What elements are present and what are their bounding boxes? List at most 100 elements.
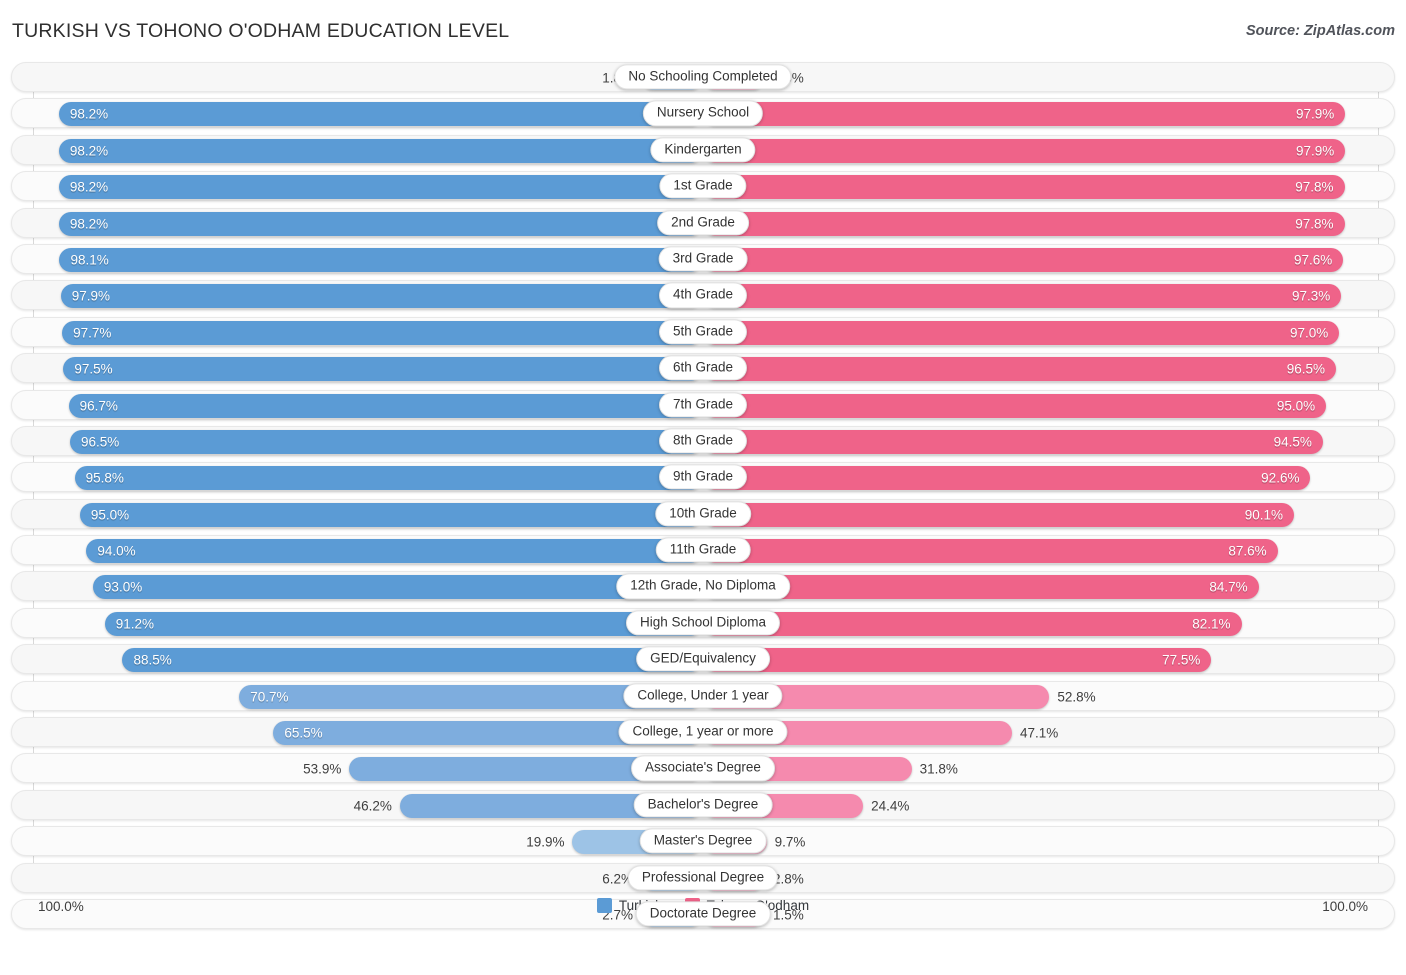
bar-turkish: 98.2%: [58, 211, 703, 236]
bar-value-tohono-oodham: 97.8%: [1295, 179, 1334, 195]
bar-value-turkish: 19.9%: [526, 834, 565, 850]
bar-turkish: 98.2%: [58, 175, 703, 200]
bar-value-tohono-oodham: 94.5%: [1273, 434, 1312, 450]
bar-value-tohono-oodham: 97.9%: [1295, 143, 1335, 159]
source-attribution: Source: ZipAtlas.com: [1245, 23, 1395, 39]
bar-value-turkish: 98.2%: [69, 215, 109, 231]
bar-value-turkish: 96.5%: [80, 434, 120, 450]
category-label: No Schooling Completed: [614, 64, 792, 90]
table-row: 98.1% 97.6% 3rd Grade: [11, 243, 1395, 274]
chart-header: TURKISH VS TOHONO O'ODHAM EDUCATION LEVE…: [0, 0, 1406, 55]
bar-value-turkish: 46.2%: [353, 798, 392, 814]
category-label: 2nd Grade: [657, 209, 749, 236]
category-label: High School Diploma: [625, 610, 781, 636]
table-row: 95.0% 90.1% 10th Grade: [11, 498, 1395, 529]
category-label: Nursery School: [642, 100, 764, 126]
bar-turkish: 98.2%: [58, 138, 703, 163]
bar-turkish: 95.8%: [74, 466, 703, 491]
bar-turkish: 96.7%: [68, 393, 703, 418]
bar-tohono-oodham: 95.0%: [703, 393, 1327, 418]
category-label: Associate's Degree: [631, 755, 775, 782]
bar-value-turkish: 97.5%: [74, 361, 113, 377]
bar-value-tohono-oodham: 97.9%: [1295, 106, 1335, 122]
bar-value-turkish: 95.0%: [90, 506, 130, 522]
table-row: 97.7% 97.0% 5th Grade: [11, 316, 1395, 347]
bar-value-tohono-oodham: 9.7%: [774, 834, 806, 850]
table-row: 65.5% 47.1% College, 1 year or more: [11, 717, 1395, 748]
bar-value-turkish: 98.2%: [69, 106, 109, 122]
bar-value-turkish: 97.9%: [71, 288, 111, 304]
legend-swatch-icon: [596, 898, 612, 913]
bar-value-tohono-oodham: 47.1%: [1019, 725, 1059, 741]
bar-value-tohono-oodham: 90.1%: [1244, 506, 1284, 522]
table-row: 19.9% 9.7% Master's Degree: [11, 826, 1395, 857]
category-label: College, Under 1 year: [623, 683, 783, 709]
bar-tohono-oodham: 82.1%: [703, 611, 1242, 636]
bar-tohono-oodham: 94.5%: [703, 429, 1323, 454]
bar-turkish: 93.0%: [92, 575, 703, 600]
bar-value-tohono-oodham: 24.4%: [871, 798, 910, 814]
table-row: 53.9% 31.8% Associate's Degree: [11, 753, 1395, 784]
category-label: 6th Grade: [658, 355, 748, 381]
category-label: Kindergarten: [650, 137, 756, 163]
bar-turkish: 88.5%: [122, 648, 703, 673]
bar-value-turkish: 96.7%: [79, 397, 118, 413]
bar-value-tohono-oodham: 77.5%: [1162, 652, 1201, 668]
category-label: 12th Grade, No Diploma: [616, 573, 790, 600]
category-label: 3rd Grade: [658, 246, 748, 272]
category-label: GED/Equivalency: [636, 646, 770, 672]
table-row: 93.0% 84.7% 12th Grade, No Diploma: [11, 571, 1395, 602]
table-row: 97.5% 96.5% 6th Grade: [11, 353, 1395, 384]
table-row: 98.2% 97.8% 2nd Grade: [11, 207, 1395, 238]
table-row: 46.2% 24.4% Bachelor's Degree: [11, 789, 1395, 820]
bar-value-turkish: 98.1%: [70, 252, 109, 268]
category-label: Professional Degree: [627, 865, 779, 891]
bar-tohono-oodham: 97.8%: [703, 175, 1345, 200]
bar-value-turkish: 97.7%: [73, 324, 112, 340]
category-label: 7th Grade: [658, 391, 748, 418]
category-label: Bachelor's Degree: [633, 792, 773, 818]
bar-turkish: 95.0%: [79, 502, 703, 527]
table-row: 98.2% 97.8% 1st Grade: [11, 171, 1395, 202]
bar-tohono-oodham: 97.9%: [703, 138, 1346, 163]
category-label: Master's Degree: [639, 828, 767, 854]
bar-value-tohono-oodham: 87.6%: [1228, 543, 1267, 559]
bar-tohono-oodham: 77.5%: [703, 648, 1212, 673]
table-row: 88.5% 77.5% GED/Equivalency: [11, 644, 1395, 675]
bar-tohono-oodham: 97.8%: [703, 211, 1345, 236]
category-label: 4th Grade: [658, 282, 748, 308]
category-label: 11th Grade: [655, 537, 751, 563]
bar-value-tohono-oodham: 97.8%: [1295, 215, 1334, 231]
bar-value-turkish: 91.2%: [115, 616, 155, 632]
bar-value-tohono-oodham: 97.6%: [1293, 252, 1333, 268]
table-row: 96.7% 95.0% 7th Grade: [11, 389, 1395, 420]
bar-turkish: 96.5%: [69, 429, 703, 454]
bar-value-turkish: 98.2%: [69, 179, 109, 195]
bar-turkish: 97.5%: [63, 357, 703, 382]
bar-value-tohono-oodham: 96.5%: [1286, 361, 1326, 377]
bar-value-tohono-oodham: 97.0%: [1290, 324, 1329, 340]
bar-tohono-oodham: 96.5%: [703, 357, 1337, 382]
table-row: 98.2% 97.9% Kindergarten: [11, 134, 1395, 165]
table-row: 96.5% 94.5% 8th Grade: [11, 425, 1395, 456]
bar-value-turkish: 98.2%: [69, 143, 109, 159]
table-row: 98.2% 97.9% Nursery School: [11, 98, 1395, 129]
bar-value-tohono-oodham: 82.1%: [1192, 616, 1231, 632]
diverging-bar-chart: 1.8%2.3%No Schooling Completed 98.2% 97.9%…: [0, 62, 1406, 937]
bar-turkish: 97.9%: [60, 284, 703, 309]
bar-value-turkish: 88.5%: [133, 652, 172, 668]
bar-value-turkish: 70.7%: [250, 688, 289, 704]
category-label: College, 1 year or more: [618, 719, 788, 745]
table-row: 94.0% 87.6% 11th Grade: [11, 535, 1395, 566]
bar-turkish: 98.1%: [59, 247, 703, 272]
category-label: 10th Grade: [655, 501, 751, 527]
bar-tohono-oodham: 90.1%: [703, 502, 1295, 527]
table-row: 1.8%2.3%No Schooling Completed: [11, 62, 1395, 92]
table-row: 70.7% 52.8% College, Under 1 year: [11, 680, 1395, 711]
bar-value-tohono-oodham: 92.6%: [1261, 470, 1300, 486]
bar-value-turkish: 95.8%: [85, 470, 124, 486]
bar-tohono-oodham: 97.3%: [703, 284, 1342, 309]
category-label: 1st Grade: [659, 173, 747, 199]
bar-tohono-oodham: 97.6%: [703, 247, 1344, 272]
page-title: TURKISH VS TOHONO O'ODHAM EDUCATION LEVE…: [12, 20, 510, 42]
